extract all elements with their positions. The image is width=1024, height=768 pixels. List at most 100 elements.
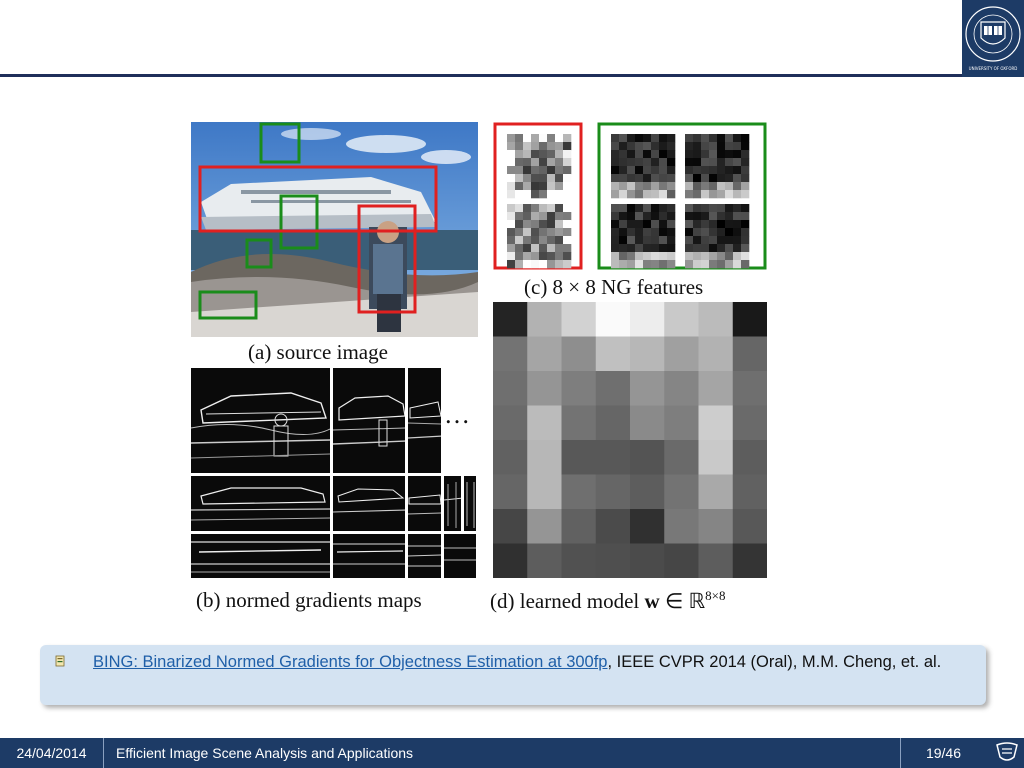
model-weight-cell <box>527 405 562 441</box>
model-weight-cell <box>493 509 528 544</box>
model-weight-cell <box>595 405 631 441</box>
footer-date: 24/04/2014 <box>0 738 104 768</box>
gradient-map-panel <box>333 368 407 473</box>
gradient-map-panel <box>408 368 443 473</box>
ng-feature-tile <box>611 134 676 199</box>
bullet-icon <box>55 655 65 667</box>
model-weight-cell <box>664 509 699 544</box>
model-weight-cell <box>561 509 597 544</box>
model-weight-cell <box>561 371 597 406</box>
model-weight-cell <box>561 302 597 337</box>
model-weight-cell <box>732 440 767 475</box>
model-weight-cell <box>732 509 767 544</box>
learned-model-grid <box>493 302 767 578</box>
model-weight-cell <box>493 371 528 406</box>
gradient-map-panel <box>444 534 478 578</box>
gradient-map-panel <box>464 476 478 531</box>
model-weight-cell <box>698 474 734 510</box>
caption-learned-model: (d) learned model w ∈ ℝ8×8 <box>490 588 725 614</box>
model-weight-cell <box>732 302 767 337</box>
model-weight-cell <box>630 474 665 510</box>
model-weight-cell <box>664 302 699 337</box>
crest-label: UNIVERSITY OF OXFORD <box>969 66 1018 71</box>
model-weight-cell <box>698 371 734 406</box>
gradient-map-panel <box>408 476 443 531</box>
model-weight-cell <box>561 405 597 441</box>
caption-d-prefix: (d) learned model <box>490 589 645 613</box>
model-weight-cell <box>595 509 631 544</box>
gradient-map-panel <box>408 534 443 578</box>
ng-feature-tile <box>611 204 676 269</box>
model-weight-cell <box>732 405 767 441</box>
model-weight-cell <box>732 336 767 372</box>
header-rule <box>0 74 962 77</box>
background-box <box>279 194 319 250</box>
model-weight-cell <box>493 440 528 475</box>
object-box <box>357 204 417 314</box>
model-weight-cell <box>664 336 699 372</box>
model-weight-cell <box>595 543 631 578</box>
model-weight-cell <box>698 302 734 337</box>
paper-link[interactable]: BING: Binarized Normed Gradients for Obj… <box>93 653 607 671</box>
model-weight-cell <box>630 336 665 372</box>
gradient-map-panel <box>444 476 463 531</box>
model-weight-cell <box>630 405 665 441</box>
slide: UNIVERSITY OF OXFORD (a) source image … … <box>0 0 1024 768</box>
model-weight-cell <box>664 543 699 578</box>
caption-d-sup: 8×8 <box>705 588 726 603</box>
model-weight-cell <box>732 543 767 578</box>
model-weight-cell <box>630 543 665 578</box>
model-weight-cell <box>493 336 528 372</box>
model-weight-cell <box>595 336 631 372</box>
model-weight-cell <box>527 336 562 372</box>
gradient-map-panel <box>191 534 332 578</box>
caption-d-w: w <box>644 589 660 613</box>
gradient-map-panel <box>333 476 407 531</box>
caption-gradient-maps: (b) normed gradients maps <box>196 588 422 612</box>
ng-feature-tile <box>507 204 572 269</box>
model-weight-cell <box>698 440 734 475</box>
model-weight-cell <box>595 474 631 510</box>
page-number: 19/46 <box>900 738 986 768</box>
model-weight-cell <box>664 440 699 475</box>
model-weight-cell <box>527 474 562 510</box>
caption-source-image: (a) source image <box>248 340 388 364</box>
model-weight-cell <box>595 371 631 406</box>
model-weight-cell <box>561 440 597 475</box>
model-weight-cell <box>698 336 734 372</box>
caption-d-mid: ∈ ℝ <box>659 589 706 613</box>
model-weight-cell <box>664 371 699 406</box>
bing-figure: (a) source image … (b) normed gradients … <box>188 118 780 618</box>
model-weight-cell <box>527 509 562 544</box>
model-weight-cell <box>493 302 528 337</box>
gradient-map-panel <box>191 476 332 531</box>
citation-text: BING: Binarized Normed Gradients for Obj… <box>93 652 973 673</box>
model-weight-cell <box>595 440 631 475</box>
model-weight-cell <box>664 405 699 441</box>
ng-feature-tile <box>685 204 750 269</box>
caption-ng-features: (c) 8 × 8 NG features <box>524 275 704 299</box>
ellipsis: … <box>444 400 471 429</box>
model-weight-cell <box>527 371 562 406</box>
gradient-map-panel <box>191 368 332 473</box>
model-weight-cell <box>527 440 562 475</box>
model-weight-cell <box>732 371 767 406</box>
model-weight-cell <box>698 543 734 578</box>
oxford-logo-icon <box>996 742 1018 761</box>
ng-feature-tile <box>507 134 572 199</box>
footer-bar: 24/04/2014 Efficient Image Scene Analysi… <box>0 738 1024 768</box>
model-weight-cell <box>493 405 528 441</box>
model-weight-cell <box>595 302 631 337</box>
model-weight-cell <box>698 509 734 544</box>
citation-box: BING: Binarized Normed Gradients for Obj… <box>40 645 986 705</box>
oxford-crest-icon: UNIVERSITY OF OXFORD <box>962 0 1024 77</box>
bounding-box-overlay <box>198 122 438 320</box>
model-weight-cell <box>493 543 528 578</box>
model-weight-cell <box>630 302 665 337</box>
model-weight-cell <box>630 440 665 475</box>
ng-feature-tile <box>685 134 750 199</box>
model-weight-cell <box>527 543 562 578</box>
model-weight-cell <box>561 336 597 372</box>
model-weight-cell <box>630 509 665 544</box>
footer-title: Efficient Image Scene Analysis and Appli… <box>116 745 414 761</box>
